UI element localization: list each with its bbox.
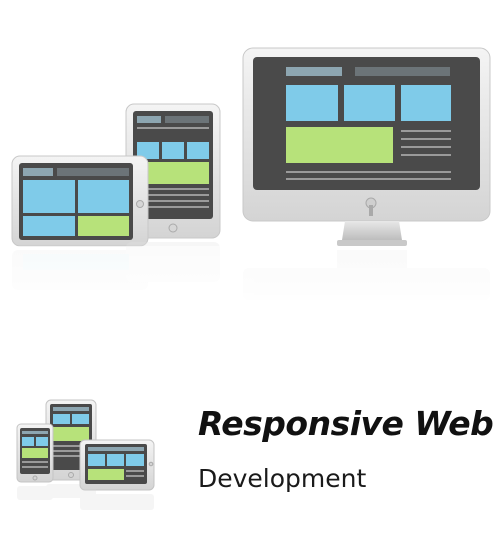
tablet-landscape-icon [11, 155, 149, 247]
logo-devices-cluster [16, 399, 155, 510]
headline-responsive-web: Responsive Web [198, 404, 494, 443]
subline-development: Development [198, 464, 367, 493]
desktop-monitor-icon [242, 47, 491, 246]
tablet-portrait-small-icon [16, 423, 54, 483]
tablet-landscape-small-icon [79, 439, 155, 491]
